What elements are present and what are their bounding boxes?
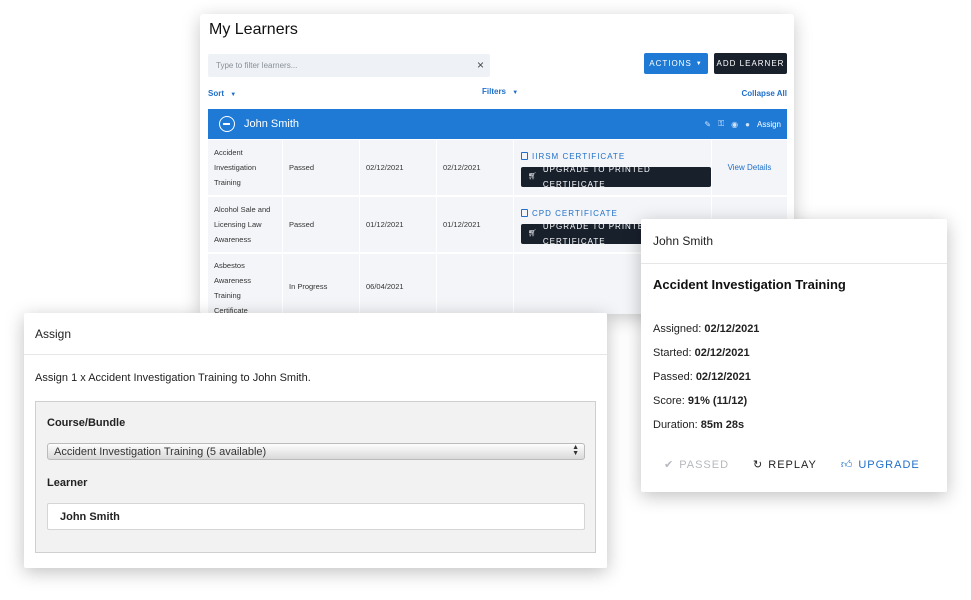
detail-started: Started: 02/12/2021 bbox=[653, 347, 750, 359]
course-name-line: Asbestos bbox=[214, 261, 245, 270]
check-icon: ✔ bbox=[664, 459, 675, 471]
replay-label: REPLAY bbox=[768, 459, 817, 471]
course-bundle-select[interactable]: Accident Investigation Training (5 avail… bbox=[47, 443, 585, 460]
caret-down-icon: ▼ bbox=[695, 60, 703, 67]
upgrade-printed-certificate-button[interactable]: 🛒︎ UPGRADE TO PRINTED CERTIFICATE bbox=[521, 165, 711, 189]
detail-label: Started: bbox=[653, 347, 692, 359]
actions-button[interactable]: ACTIONS ▼ bbox=[644, 53, 708, 74]
actions-button-label: ACTIONS bbox=[649, 59, 692, 68]
course-name-line: Alcohol Sale and bbox=[214, 205, 271, 214]
learner-name: John Smith bbox=[244, 118, 300, 130]
date-completed-cell bbox=[437, 254, 514, 314]
filters-label: Filters bbox=[482, 87, 507, 96]
course-cell: Asbestos Awareness Training Certificate bbox=[208, 254, 283, 314]
assign-modal-title: Assign bbox=[24, 313, 607, 355]
view-cell: View Details bbox=[712, 140, 787, 195]
detail-value: 91% (11/12) bbox=[687, 395, 748, 407]
detail-value: 02/12/2021 bbox=[704, 323, 760, 335]
date-assigned-cell: 02/12/2021 bbox=[360, 140, 437, 195]
cart-icon: 🛒︎ bbox=[528, 230, 538, 237]
learner-field[interactable]: John Smith bbox=[47, 503, 585, 530]
details-course-title: Accident Investigation Training bbox=[653, 277, 846, 292]
eye-icon[interactable]: ◉ bbox=[731, 120, 738, 129]
course-name-line: Licensing Law bbox=[214, 220, 262, 229]
edit-icon[interactable]: ✎ bbox=[704, 120, 711, 129]
course-name-line: Awareness bbox=[214, 235, 251, 244]
add-learner-button[interactable]: ADD LEARNER bbox=[714, 53, 787, 74]
thumbs-up-icon: 👍︎ bbox=[840, 459, 854, 471]
document-icon bbox=[521, 152, 528, 160]
course-name-line: Training bbox=[214, 178, 241, 187]
assign-summary-text: Assign 1 x Accident Investigation Traini… bbox=[35, 372, 250, 384]
course-cell: Accident Investigation Training bbox=[208, 140, 283, 195]
detail-label: Duration: bbox=[653, 419, 698, 431]
detail-score: Score: 91% (11/12) bbox=[653, 395, 747, 407]
collapse-all-link[interactable]: Collapse All bbox=[742, 89, 788, 98]
upgrade-label: UPGRADE bbox=[858, 459, 920, 471]
caret-down-icon: ▼ bbox=[230, 92, 237, 98]
replay-icon: ↻ bbox=[753, 459, 764, 471]
passed-label: PASSED bbox=[679, 459, 730, 471]
sort-dropdown[interactable]: Sort ▼ bbox=[208, 89, 236, 98]
user-icon[interactable]: ● bbox=[745, 120, 750, 129]
detail-value: 02/12/2021 bbox=[694, 347, 750, 359]
detail-value: 02/12/2021 bbox=[695, 371, 751, 383]
date-assigned-cell: 01/12/2021 bbox=[360, 197, 437, 252]
upgrade-button-label: UPGRADE TO PRINTED CERTIFICATE bbox=[542, 164, 651, 189]
course-bundle-value: Accident Investigation Training (5 avail… bbox=[54, 445, 267, 458]
filter-box: × bbox=[208, 54, 490, 77]
view-details-link[interactable]: View Details bbox=[728, 160, 772, 175]
assign-form: Course/Bundle Accident Investigation Tra… bbox=[35, 401, 596, 553]
course-name-line: Accident bbox=[214, 148, 243, 157]
filters-dropdown[interactable]: Filters ▼ bbox=[482, 87, 518, 96]
status-cell: Passed bbox=[283, 140, 360, 195]
caret-down-icon: ▼ bbox=[512, 90, 519, 96]
detail-duration: Duration: 85m 28s bbox=[653, 419, 744, 431]
assign-summary: Assign 1 x Accident Investigation Traini… bbox=[35, 372, 311, 384]
course-bundle-label: Course/Bundle bbox=[47, 417, 126, 429]
page-title: My Learners bbox=[209, 21, 298, 38]
learner-header[interactable]: John Smith ✎ ⚿ ◉ ● Assign bbox=[208, 109, 787, 139]
assign-link[interactable]: Assign bbox=[757, 120, 781, 129]
clear-icon[interactable]: × bbox=[477, 58, 484, 72]
collapse-minus-icon[interactable] bbox=[219, 116, 235, 132]
table-row: Accident Investigation Training Passed 0… bbox=[208, 140, 787, 195]
learner-label: Learner bbox=[47, 477, 88, 489]
learner-header-actions: ✎ ⚿ ◉ ● Assign bbox=[704, 119, 781, 129]
details-actions: ✔ PASSED ↻ REPLAY 👍︎ UPGRADE bbox=[664, 458, 920, 471]
course-cell: Alcohol Sale and Licensing Law Awareness bbox=[208, 197, 283, 252]
date-completed-cell: 02/12/2021 bbox=[437, 140, 514, 195]
unlock-icon[interactable]: ⚿ bbox=[718, 119, 724, 129]
upgrade-button[interactable]: 👍︎ UPGRADE bbox=[841, 458, 920, 471]
sort-label: Sort bbox=[208, 89, 224, 98]
detail-passed: Passed: 02/12/2021 bbox=[653, 371, 751, 383]
date-completed-cell: 01/12/2021 bbox=[437, 197, 514, 252]
detail-assigned: Assigned: 02/12/2021 bbox=[653, 323, 759, 335]
detail-label: Assigned: bbox=[653, 323, 702, 335]
status-cell: In Progress bbox=[283, 254, 360, 314]
detail-value: 85m 28s bbox=[700, 419, 745, 431]
status-cell: Passed bbox=[283, 197, 360, 252]
course-name-line: Awareness bbox=[214, 276, 251, 285]
certificate-cell: IIRSM CERTIFICATE 🛒︎ UPGRADE TO PRINTED … bbox=[514, 140, 712, 195]
course-details-panel: John Smith Accident Investigation Traini… bbox=[641, 219, 947, 492]
course-name-line: Investigation bbox=[214, 163, 257, 172]
detail-label: Passed: bbox=[653, 371, 693, 383]
passed-status: ✔ PASSED bbox=[664, 458, 729, 471]
document-icon bbox=[521, 209, 528, 217]
details-learner-name: John Smith bbox=[641, 219, 947, 264]
assign-modal: Assign Assign 1 x Accident Investigation… bbox=[24, 313, 607, 568]
course-name-line: Training bbox=[214, 291, 241, 300]
select-arrows-icon: ▲ ▼ bbox=[572, 444, 579, 457]
detail-label: Score: bbox=[653, 395, 685, 407]
replay-button[interactable]: ↻ REPLAY bbox=[753, 458, 817, 471]
assign-summary-learner: John Smith. bbox=[252, 372, 311, 384]
filter-learners-input[interactable] bbox=[208, 54, 458, 77]
cart-icon: 🛒︎ bbox=[528, 173, 538, 180]
date-assigned-cell: 06/04/2021 bbox=[360, 254, 437, 314]
